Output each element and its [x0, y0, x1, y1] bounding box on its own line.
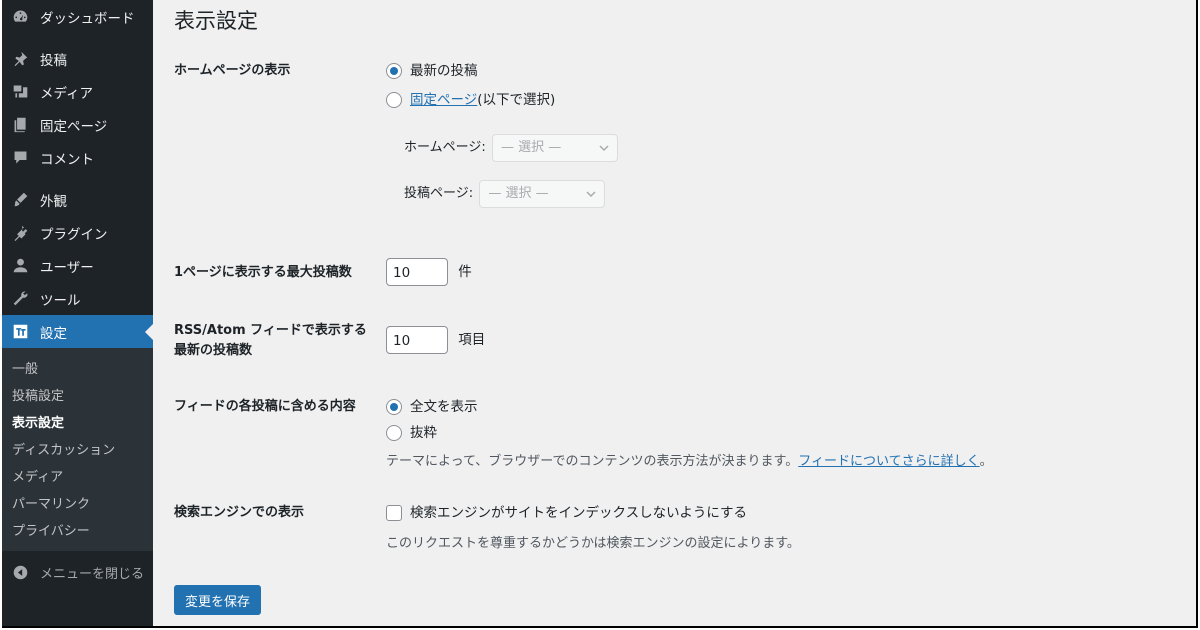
settings-submenu: 一般 投稿設定 表示設定 ディスカッション メディア パーマリンク プライバシー	[2, 348, 153, 551]
homepage-select-row: ホームページ: — 選択 —	[404, 134, 619, 162]
collapse-arrow-icon	[10, 562, 30, 582]
full-text-label: 全文を表示	[410, 399, 478, 415]
save-changes-button[interactable]: 変更を保存	[174, 585, 262, 615]
pages-icon	[10, 115, 30, 135]
latest-posts-label: 最新の投稿	[410, 63, 478, 79]
excerpt-label: 抜粋	[410, 425, 437, 441]
search-visibility-description: このリクエストを尊重するかどうかは検索エンジンの設定によります。	[386, 536, 800, 551]
feed-learn-more-link[interactable]: フィードについてさらに詳しく	[798, 454, 979, 469]
rss-count-input[interactable]: 10	[386, 326, 448, 354]
posts-page-select-label: 投稿ページ:	[404, 186, 474, 201]
sidebar-item-tools[interactable]: ツール	[2, 282, 153, 315]
sidebar-item-settings[interactable]: 設定	[2, 315, 153, 348]
static-page-link[interactable]: 固定ページ	[410, 90, 477, 110]
sidebar-item-dashboard[interactable]: ダッシュボード	[2, 0, 153, 33]
tools-icon	[10, 289, 30, 309]
rss-count-label-line2: 最新の投稿数	[174, 343, 253, 358]
feed-description-text: テーマによって、ブラウザーでのコンテンツの表示方法が決まります。	[386, 454, 799, 469]
sidebar-item-label: プラグイン	[40, 226, 108, 243]
feed-content-label: フィードの各投稿に含める内容	[174, 399, 356, 414]
sidebar-item-label: コメント	[40, 151, 94, 168]
full-text-radio[interactable]	[386, 399, 402, 415]
homepage-display-field: 最新の投稿 固定ページ (以下で選択)	[386, 58, 555, 113]
homepage-select-value: — 選択 —	[501, 140, 562, 155]
sidebar-item-label: メディア	[40, 85, 94, 102]
sidebar-item-label: 投稿	[40, 52, 67, 69]
submenu-item-discussion[interactable]: ディスカッション	[2, 435, 153, 462]
collapse-menu-button[interactable]: メニューを閉じる	[2, 555, 153, 589]
submenu-item-general[interactable]: 一般	[2, 354, 153, 381]
homepage-display-label: ホームページの表示	[174, 63, 291, 78]
sidebar-item-label: ユーザー	[40, 259, 94, 276]
collapse-menu-label: メニューを閉じる	[40, 566, 145, 582]
homepage-select-label: ホームページ:	[404, 140, 486, 155]
excerpt-radio[interactable]	[386, 425, 402, 441]
sidebar-item-appearance[interactable]: 外観	[2, 183, 153, 216]
sidebar-item-label: ダッシュボード	[40, 10, 135, 27]
pin-icon	[10, 49, 30, 69]
appearance-icon	[10, 190, 30, 210]
radio-option-latest[interactable]: 最新の投稿	[386, 58, 555, 84]
admin-sidebar: ダッシュボード 投稿 メディア 固定ページ コメント 外観 プラグイン ユーザー…	[2, 0, 153, 626]
homepage-select[interactable]: — 選択 —	[492, 134, 619, 162]
dashboard-icon	[10, 7, 30, 27]
wp-admin-frame: ダッシュボード 投稿 メディア 固定ページ コメント 外観 プラグイン ユーザー…	[2, 0, 1198, 628]
submenu-item-media[interactable]: メディア	[2, 462, 153, 489]
sidebar-item-media[interactable]: メディア	[2, 75, 153, 108]
comment-icon	[10, 148, 30, 168]
sidebar-item-comments[interactable]: コメント	[2, 141, 153, 174]
submenu-item-privacy[interactable]: プライバシー	[2, 516, 153, 543]
chevron-down-icon	[599, 145, 609, 152]
search-visibility-label: 検索エンジンでの表示	[174, 505, 305, 520]
posts-page-select-row: 投稿ページ: — 選択 —	[404, 180, 606, 208]
feed-content-field: 全文を表示 抜粋 テーマによって、ブラウザーでのコンテンツの表示方法が決まります…	[386, 394, 993, 472]
discourage-search-label: 検索エンジンがサイトをインデックスしないようにする	[410, 505, 747, 521]
sidebar-item-plugins[interactable]: プラグイン	[2, 216, 153, 249]
rss-count-label: RSS/Atom フィードで表示する 最新の投稿数	[174, 321, 374, 361]
search-visibility-option[interactable]: 検索エンジンがサイトをインデックスしないようにする	[386, 500, 800, 526]
radio-option-static[interactable]: 固定ページ (以下で選択)	[386, 87, 555, 113]
feed-description-suffix: 。	[979, 454, 993, 469]
posts-per-page-input[interactable]: 10	[386, 258, 448, 286]
page-title: 表示設定	[174, 9, 258, 33]
rss-count-unit: 項目	[458, 332, 486, 348]
posts-per-page-field: 10 件	[386, 258, 472, 286]
latest-posts-radio[interactable]	[386, 63, 402, 79]
rss-count-label-line1: RSS/Atom フィードで表示する	[174, 323, 367, 338]
submenu-item-permalinks[interactable]: パーマリンク	[2, 489, 153, 516]
static-page-suffix: (以下で選択)	[477, 92, 556, 108]
submenu-item-writing[interactable]: 投稿設定	[2, 381, 153, 408]
feed-description: テーマによって、ブラウザーでのコンテンツの表示方法が決まります。フィードについて…	[386, 452, 993, 472]
settings-icon	[10, 322, 30, 342]
sidebar-item-label: 外観	[40, 193, 67, 210]
media-icon	[10, 82, 30, 102]
posts-per-page-unit: 件	[458, 264, 472, 280]
radio-option-full-text[interactable]: 全文を表示	[386, 394, 993, 420]
discourage-search-checkbox[interactable]	[386, 505, 402, 521]
user-icon	[10, 256, 30, 276]
posts-page-select-value: — 選択 —	[488, 186, 549, 201]
sidebar-item-pages[interactable]: 固定ページ	[2, 108, 153, 141]
sidebar-item-label: 固定ページ	[40, 118, 108, 135]
rss-count-field: 10 項目	[386, 326, 485, 354]
sidebar-item-users[interactable]: ユーザー	[2, 249, 153, 282]
search-visibility-field: 検索エンジンがサイトをインデックスしないようにする このリクエストを尊重するかど…	[386, 500, 800, 554]
sidebar-item-label: 設定	[40, 325, 67, 342]
submenu-item-reading[interactable]: 表示設定	[2, 408, 153, 435]
plugin-icon	[10, 223, 30, 243]
chevron-down-icon	[586, 191, 596, 198]
sidebar-item-label: ツール	[40, 292, 81, 309]
posts-page-select[interactable]: — 選択 —	[479, 180, 606, 208]
static-page-radio[interactable]	[386, 92, 402, 108]
sidebar-item-posts[interactable]: 投稿	[2, 42, 153, 75]
posts-per-page-label: 1ページに表示する最大投稿数	[174, 265, 352, 280]
radio-option-excerpt[interactable]: 抜粋	[386, 420, 993, 446]
main-content: 表示設定 ホームページの表示 最新の投稿 固定ページ (以下で選択) ホームペー…	[153, 0, 1196, 626]
